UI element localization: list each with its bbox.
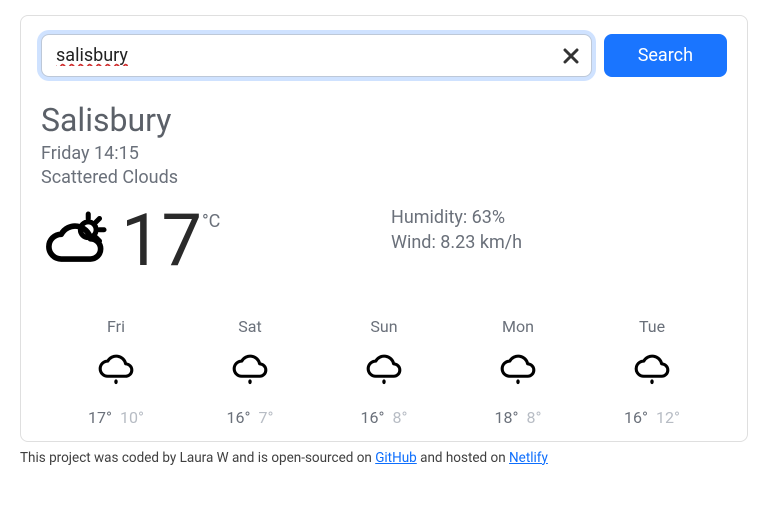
forecast-day: Sat [183, 317, 317, 336]
location-header: Salisbury Friday 14:15 Scattered Clouds [41, 99, 727, 191]
forecast-col: Sun 16° 8° [317, 317, 451, 427]
current-left: 17 °C [41, 205, 391, 277]
forecast-temps: 16° 8° [317, 408, 451, 427]
forecast-lo: 7° [258, 408, 273, 427]
rain-cloud-icon [49, 346, 183, 390]
forecast-hi: 16° [227, 408, 251, 427]
conditions-text: Scattered Clouds [41, 166, 727, 190]
search-input-wrap [41, 34, 592, 77]
datetime-text: Friday 14:15 [41, 142, 727, 166]
forecast-temps: 17° 10° [49, 408, 183, 427]
forecast-hi: 16° [624, 408, 648, 427]
forecast-hi: 16° [361, 408, 385, 427]
forecast-day: Tue [585, 317, 719, 336]
forecast-col: Fri 17° 10° [49, 317, 183, 427]
current-temp: 17 [121, 205, 202, 277]
weather-card: Search Salisbury Friday 14:15 Scattered … [20, 15, 748, 442]
forecast-hi: 17° [88, 408, 112, 427]
netlify-link[interactable]: Netlify [509, 450, 548, 466]
forecast-day: Fri [49, 317, 183, 336]
rain-cloud-icon [451, 346, 585, 390]
rain-cloud-icon [317, 346, 451, 390]
current-weather-row: 17 °C Humidity: 63% Wind: 8.23 km/h [41, 205, 727, 277]
partly-cloudy-icon [41, 205, 113, 277]
forecast-hi: 18° [495, 408, 519, 427]
search-row: Search [41, 34, 727, 77]
humidity-text: Humidity: 63% [391, 205, 522, 230]
forecast-day: Mon [451, 317, 585, 336]
forecast-col: Mon 18° 8° [451, 317, 585, 427]
footer-text: This project was coded by Laura W and is… [20, 450, 748, 466]
forecast-lo: 10° [120, 408, 144, 427]
forecast-temps: 18° 8° [451, 408, 585, 427]
footer-part1: This project was coded by Laura W and is… [20, 450, 375, 466]
forecast-day: Sun [317, 317, 451, 336]
forecast-col: Sat 16° 7° [183, 317, 317, 427]
forecast-col: Tue 16° 12° [585, 317, 719, 427]
forecast-lo: 8° [526, 408, 541, 427]
city-name: Salisbury [41, 99, 727, 142]
github-link[interactable]: GitHub [375, 450, 417, 466]
forecast-lo: 12° [656, 408, 680, 427]
temp-unit: °C [202, 211, 220, 232]
clear-icon[interactable] [551, 48, 591, 64]
wind-text: Wind: 8.23 km/h [391, 230, 522, 255]
search-input[interactable] [42, 35, 551, 76]
forecast-temps: 16° 7° [183, 408, 317, 427]
footer-part2: and hosted on [417, 450, 509, 466]
rain-cloud-icon [183, 346, 317, 390]
search-button[interactable]: Search [604, 34, 727, 77]
current-details: Humidity: 63% Wind: 8.23 km/h [391, 205, 522, 277]
forecast-row: Fri 17° 10° Sat 16° 7° [41, 317, 727, 427]
rain-cloud-icon [585, 346, 719, 390]
forecast-temps: 16° 12° [585, 408, 719, 427]
forecast-lo: 8° [392, 408, 407, 427]
